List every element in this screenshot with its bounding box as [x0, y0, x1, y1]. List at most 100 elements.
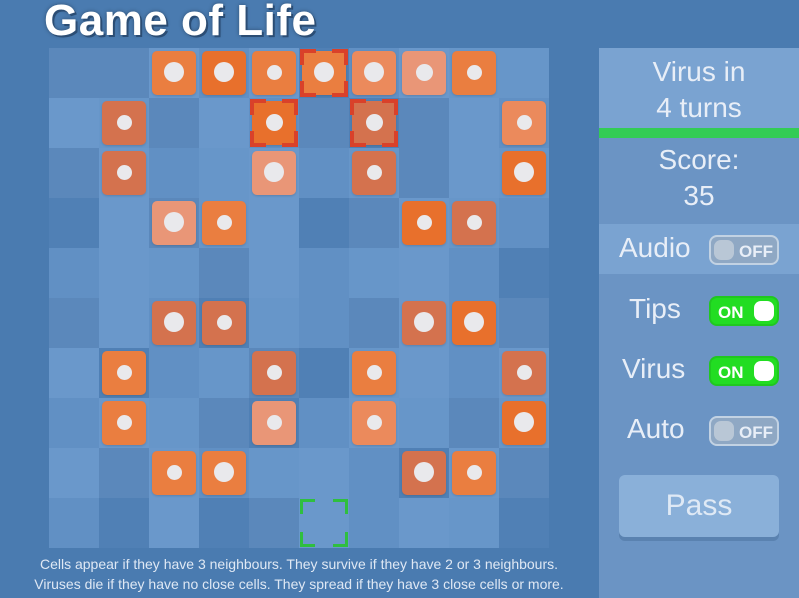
- board-cell[interactable]: [249, 498, 299, 548]
- board-cell[interactable]: [299, 198, 349, 248]
- live-cell[interactable]: [499, 398, 549, 448]
- board-cell[interactable]: [199, 348, 249, 398]
- live-cell[interactable]: [199, 298, 249, 348]
- board-cell[interactable]: [149, 498, 199, 548]
- live-cell[interactable]: [149, 198, 199, 248]
- selection-cursor[interactable]: [299, 498, 349, 548]
- board-cell[interactable]: [149, 348, 199, 398]
- board-cell[interactable]: [499, 298, 549, 348]
- live-cell[interactable]: [499, 348, 549, 398]
- board-cell[interactable]: [399, 148, 449, 198]
- board-cell[interactable]: [399, 248, 449, 298]
- audio-toggle[interactable]: OFF: [709, 235, 779, 265]
- board-cell[interactable]: [299, 98, 349, 148]
- live-cell[interactable]: [149, 448, 199, 498]
- board-cell[interactable]: [199, 98, 249, 148]
- virus-cell[interactable]: [299, 48, 349, 98]
- live-cell[interactable]: [149, 48, 199, 98]
- board-cell[interactable]: [299, 348, 349, 398]
- board-cell[interactable]: [449, 98, 499, 148]
- virus-cell[interactable]: [349, 98, 399, 148]
- board-cell[interactable]: [149, 98, 199, 148]
- board-cell[interactable]: [199, 498, 249, 548]
- live-cell[interactable]: [99, 348, 149, 398]
- live-cell[interactable]: [199, 198, 249, 248]
- live-cell[interactable]: [199, 48, 249, 98]
- live-cell[interactable]: [499, 148, 549, 198]
- live-cell[interactable]: [249, 398, 299, 448]
- live-cell[interactable]: [199, 448, 249, 498]
- board-cell[interactable]: [349, 448, 399, 498]
- live-cell[interactable]: [249, 348, 299, 398]
- board-cell[interactable]: [349, 198, 399, 248]
- board-cell[interactable]: [249, 298, 299, 348]
- board-cell[interactable]: [99, 198, 149, 248]
- board-cell[interactable]: [349, 498, 399, 548]
- board-cell[interactable]: [299, 148, 349, 198]
- board-cell[interactable]: [499, 248, 549, 298]
- live-cell[interactable]: [449, 198, 499, 248]
- live-cell[interactable]: [99, 98, 149, 148]
- virus-toggle[interactable]: ON: [709, 356, 779, 386]
- auto-toggle[interactable]: OFF: [709, 416, 779, 446]
- live-cell[interactable]: [349, 348, 399, 398]
- board-cell[interactable]: [49, 348, 99, 398]
- board-cell[interactable]: [49, 448, 99, 498]
- live-cell[interactable]: [399, 48, 449, 98]
- board-cell[interactable]: [49, 498, 99, 548]
- board-cell[interactable]: [299, 298, 349, 348]
- board-cell[interactable]: [49, 198, 99, 248]
- live-cell[interactable]: [499, 98, 549, 148]
- board-cell[interactable]: [349, 248, 399, 298]
- live-cell[interactable]: [449, 448, 499, 498]
- board-cell[interactable]: [299, 448, 349, 498]
- board-cell[interactable]: [249, 198, 299, 248]
- board-cell[interactable]: [199, 148, 249, 198]
- board-cell[interactable]: [249, 448, 299, 498]
- board-cell[interactable]: [49, 98, 99, 148]
- live-cell[interactable]: [249, 48, 299, 98]
- live-cell[interactable]: [349, 148, 399, 198]
- board-cell[interactable]: [499, 48, 549, 98]
- live-cell[interactable]: [399, 448, 449, 498]
- live-cell[interactable]: [149, 298, 199, 348]
- live-cell[interactable]: [349, 398, 399, 448]
- board-cell[interactable]: [149, 398, 199, 448]
- live-cell[interactable]: [99, 398, 149, 448]
- board-cell[interactable]: [399, 498, 449, 548]
- board-cell[interactable]: [499, 198, 549, 248]
- board-cell[interactable]: [449, 248, 499, 298]
- live-cell[interactable]: [449, 48, 499, 98]
- board-cell[interactable]: [449, 348, 499, 398]
- board-cell[interactable]: [49, 148, 99, 198]
- board-cell[interactable]: [149, 148, 199, 198]
- live-cell[interactable]: [449, 298, 499, 348]
- board-cell[interactable]: [49, 298, 99, 348]
- board-cell[interactable]: [499, 448, 549, 498]
- live-cell[interactable]: [99, 148, 149, 198]
- board-cell[interactable]: [299, 248, 349, 298]
- live-cell[interactable]: [349, 48, 399, 98]
- board-cell[interactable]: [449, 398, 499, 448]
- pass-button[interactable]: Pass: [619, 475, 779, 537]
- board-cell[interactable]: [449, 498, 499, 548]
- board-cell[interactable]: [499, 498, 549, 548]
- board-cell[interactable]: [349, 298, 399, 348]
- board-cell[interactable]: [49, 398, 99, 448]
- board-cell[interactable]: [99, 248, 149, 298]
- board-cell[interactable]: [199, 398, 249, 448]
- board-cell[interactable]: [449, 148, 499, 198]
- live-cell[interactable]: [249, 148, 299, 198]
- board-cell[interactable]: [299, 398, 349, 448]
- board-cell[interactable]: [149, 248, 199, 298]
- live-cell[interactable]: [399, 198, 449, 248]
- game-board[interactable]: [49, 48, 549, 548]
- board-cell[interactable]: [199, 248, 249, 298]
- tips-toggle[interactable]: ON: [709, 296, 779, 326]
- board-cell[interactable]: [249, 248, 299, 298]
- board-cell[interactable]: [49, 48, 99, 98]
- board-cell[interactable]: [399, 348, 449, 398]
- board-cell[interactable]: [99, 448, 149, 498]
- board-cell[interactable]: [399, 98, 449, 148]
- virus-cell[interactable]: [249, 98, 299, 148]
